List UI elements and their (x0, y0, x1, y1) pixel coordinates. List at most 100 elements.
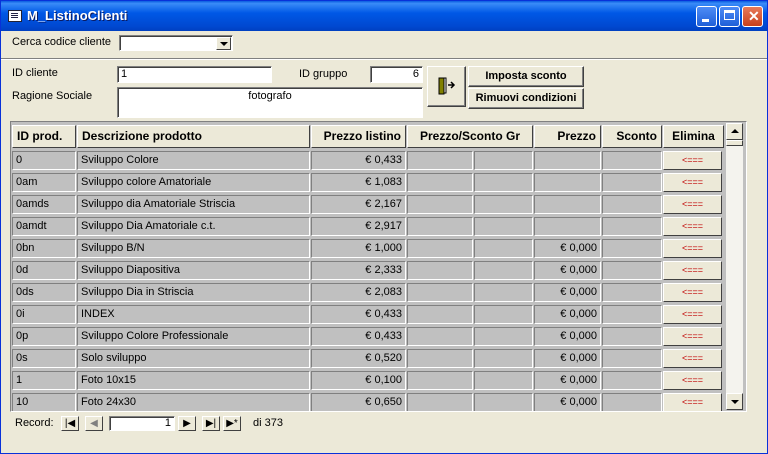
cell-group-discount[interactable] (474, 305, 533, 324)
cell-price[interactable] (534, 195, 601, 214)
cell-price[interactable]: € 0,000 (534, 327, 601, 346)
maximize-button[interactable] (719, 6, 740, 27)
cell-list-price[interactable]: € 0,433 (311, 305, 406, 324)
new-record-button[interactable]: ▶* (223, 416, 241, 431)
delete-row-button[interactable]: <=== (663, 195, 722, 214)
cell-list-price[interactable]: € 2,083 (311, 283, 406, 302)
cell-group-price[interactable] (407, 371, 473, 390)
cell-product-id[interactable]: 0amds (12, 195, 76, 214)
cell-group-discount[interactable] (474, 283, 533, 302)
cell-description[interactable]: Sviluppo dia Amatoriale Striscia (77, 195, 310, 214)
delete-row-button[interactable]: <=== (663, 151, 722, 170)
customer-id-field[interactable]: 1 (117, 66, 272, 83)
cell-group-discount[interactable] (474, 349, 533, 368)
cell-discount[interactable] (602, 349, 662, 368)
cell-price[interactable] (534, 151, 601, 170)
cell-price[interactable]: € 0,000 (534, 371, 601, 390)
cell-group-price[interactable] (407, 195, 473, 214)
cell-group-price[interactable] (407, 151, 473, 170)
cell-product-id[interactable]: 0i (12, 305, 76, 324)
cell-list-price[interactable]: € 2,333 (311, 261, 406, 280)
cell-discount[interactable] (602, 371, 662, 390)
exit-button[interactable] (427, 66, 466, 107)
chevron-down-icon[interactable] (216, 37, 231, 50)
cell-description[interactable]: Solo sviluppo (77, 349, 310, 368)
cell-group-discount[interactable] (474, 261, 533, 280)
cell-product-id[interactable]: 0s (12, 349, 76, 368)
delete-row-button[interactable]: <=== (663, 261, 722, 280)
cell-product-id[interactable]: 0am (12, 173, 76, 192)
search-customer-combo[interactable] (119, 35, 233, 51)
cell-list-price[interactable]: € 1,000 (311, 239, 406, 258)
company-name-field[interactable]: fotografo (117, 87, 423, 118)
scroll-down-button[interactable] (726, 393, 743, 410)
cell-price[interactable]: € 0,000 (534, 261, 601, 280)
delete-row-button[interactable]: <=== (663, 283, 722, 302)
cell-description[interactable]: Sviluppo Dia Amatoriale c.t. (77, 217, 310, 236)
last-record-button[interactable]: ▶| (202, 416, 220, 431)
cell-description[interactable]: Sviluppo Colore Professionale (77, 327, 310, 346)
cell-price[interactable]: € 0,000 (534, 305, 601, 324)
cell-list-price[interactable]: € 1,083 (311, 173, 406, 192)
cell-group-price[interactable] (407, 327, 473, 346)
delete-row-button[interactable]: <=== (663, 327, 722, 346)
cell-group-discount[interactable] (474, 217, 533, 236)
cell-discount[interactable] (602, 217, 662, 236)
scroll-up-button[interactable] (726, 123, 743, 140)
cell-discount[interactable] (602, 239, 662, 258)
cell-product-id[interactable]: 0p (12, 327, 76, 346)
cell-price[interactable]: € 0,000 (534, 239, 601, 258)
minimize-button[interactable] (696, 6, 717, 27)
cell-group-discount[interactable] (474, 371, 533, 390)
set-discount-button[interactable]: Imposta sconto (468, 66, 584, 87)
cell-price[interactable]: € 0,000 (534, 283, 601, 302)
cell-group-discount[interactable] (474, 195, 533, 214)
cell-discount[interactable] (602, 261, 662, 280)
cell-product-id[interactable]: 0ds (12, 283, 76, 302)
cell-price[interactable] (534, 217, 601, 236)
cell-discount[interactable] (602, 195, 662, 214)
cell-description[interactable]: Sviluppo Diapositiva (77, 261, 310, 280)
cell-list-price[interactable]: € 0,520 (311, 349, 406, 368)
cell-group-price[interactable] (407, 349, 473, 368)
cell-group-discount[interactable] (474, 327, 533, 346)
cell-description[interactable]: Sviluppo Dia in Striscia (77, 283, 310, 302)
delete-row-button[interactable]: <=== (663, 305, 722, 324)
delete-row-button[interactable]: <=== (663, 371, 722, 390)
cell-description[interactable]: Sviluppo colore Amatoriale (77, 173, 310, 192)
cell-group-price[interactable] (407, 261, 473, 280)
remove-conditions-button[interactable]: Rimuovi condizioni (468, 88, 584, 109)
delete-row-button[interactable]: <=== (663, 349, 722, 368)
cell-product-id[interactable]: 0d (12, 261, 76, 280)
delete-row-button[interactable]: <=== (663, 393, 722, 411)
cell-description[interactable]: INDEX (77, 305, 310, 324)
previous-record-button[interactable]: ◀ (85, 416, 103, 431)
vertical-scrollbar[interactable] (726, 123, 743, 410)
cell-discount[interactable] (602, 173, 662, 192)
delete-row-button[interactable]: <=== (663, 239, 722, 258)
cell-group-price[interactable] (407, 217, 473, 236)
current-record-field[interactable]: 1 (109, 416, 175, 431)
close-button[interactable]: ✕ (742, 6, 763, 27)
cell-list-price[interactable]: € 0,433 (311, 151, 406, 170)
cell-product-id[interactable]: 10 (12, 393, 76, 411)
first-record-button[interactable]: |◀ (61, 416, 79, 431)
cell-group-price[interactable] (407, 283, 473, 302)
cell-price[interactable]: € 0,000 (534, 349, 601, 368)
cell-discount[interactable] (602, 151, 662, 170)
cell-list-price[interactable]: € 0,100 (311, 371, 406, 390)
cell-description[interactable]: Sviluppo Colore (77, 151, 310, 170)
cell-price[interactable]: € 0,000 (534, 393, 601, 411)
cell-discount[interactable] (602, 393, 662, 411)
cell-group-price[interactable] (407, 173, 473, 192)
cell-group-discount[interactable] (474, 173, 533, 192)
title-bar[interactable]: M_ListinoClienti ✕ (1, 1, 767, 31)
cell-price[interactable] (534, 173, 601, 192)
delete-row-button[interactable]: <=== (663, 173, 722, 192)
cell-list-price[interactable]: € 0,650 (311, 393, 406, 411)
delete-row-button[interactable]: <=== (663, 217, 722, 236)
group-id-field[interactable]: 6 (370, 66, 423, 83)
cell-group-discount[interactable] (474, 151, 533, 170)
next-record-button[interactable]: ▶ (178, 416, 196, 431)
cell-product-id[interactable]: 0bn (12, 239, 76, 258)
